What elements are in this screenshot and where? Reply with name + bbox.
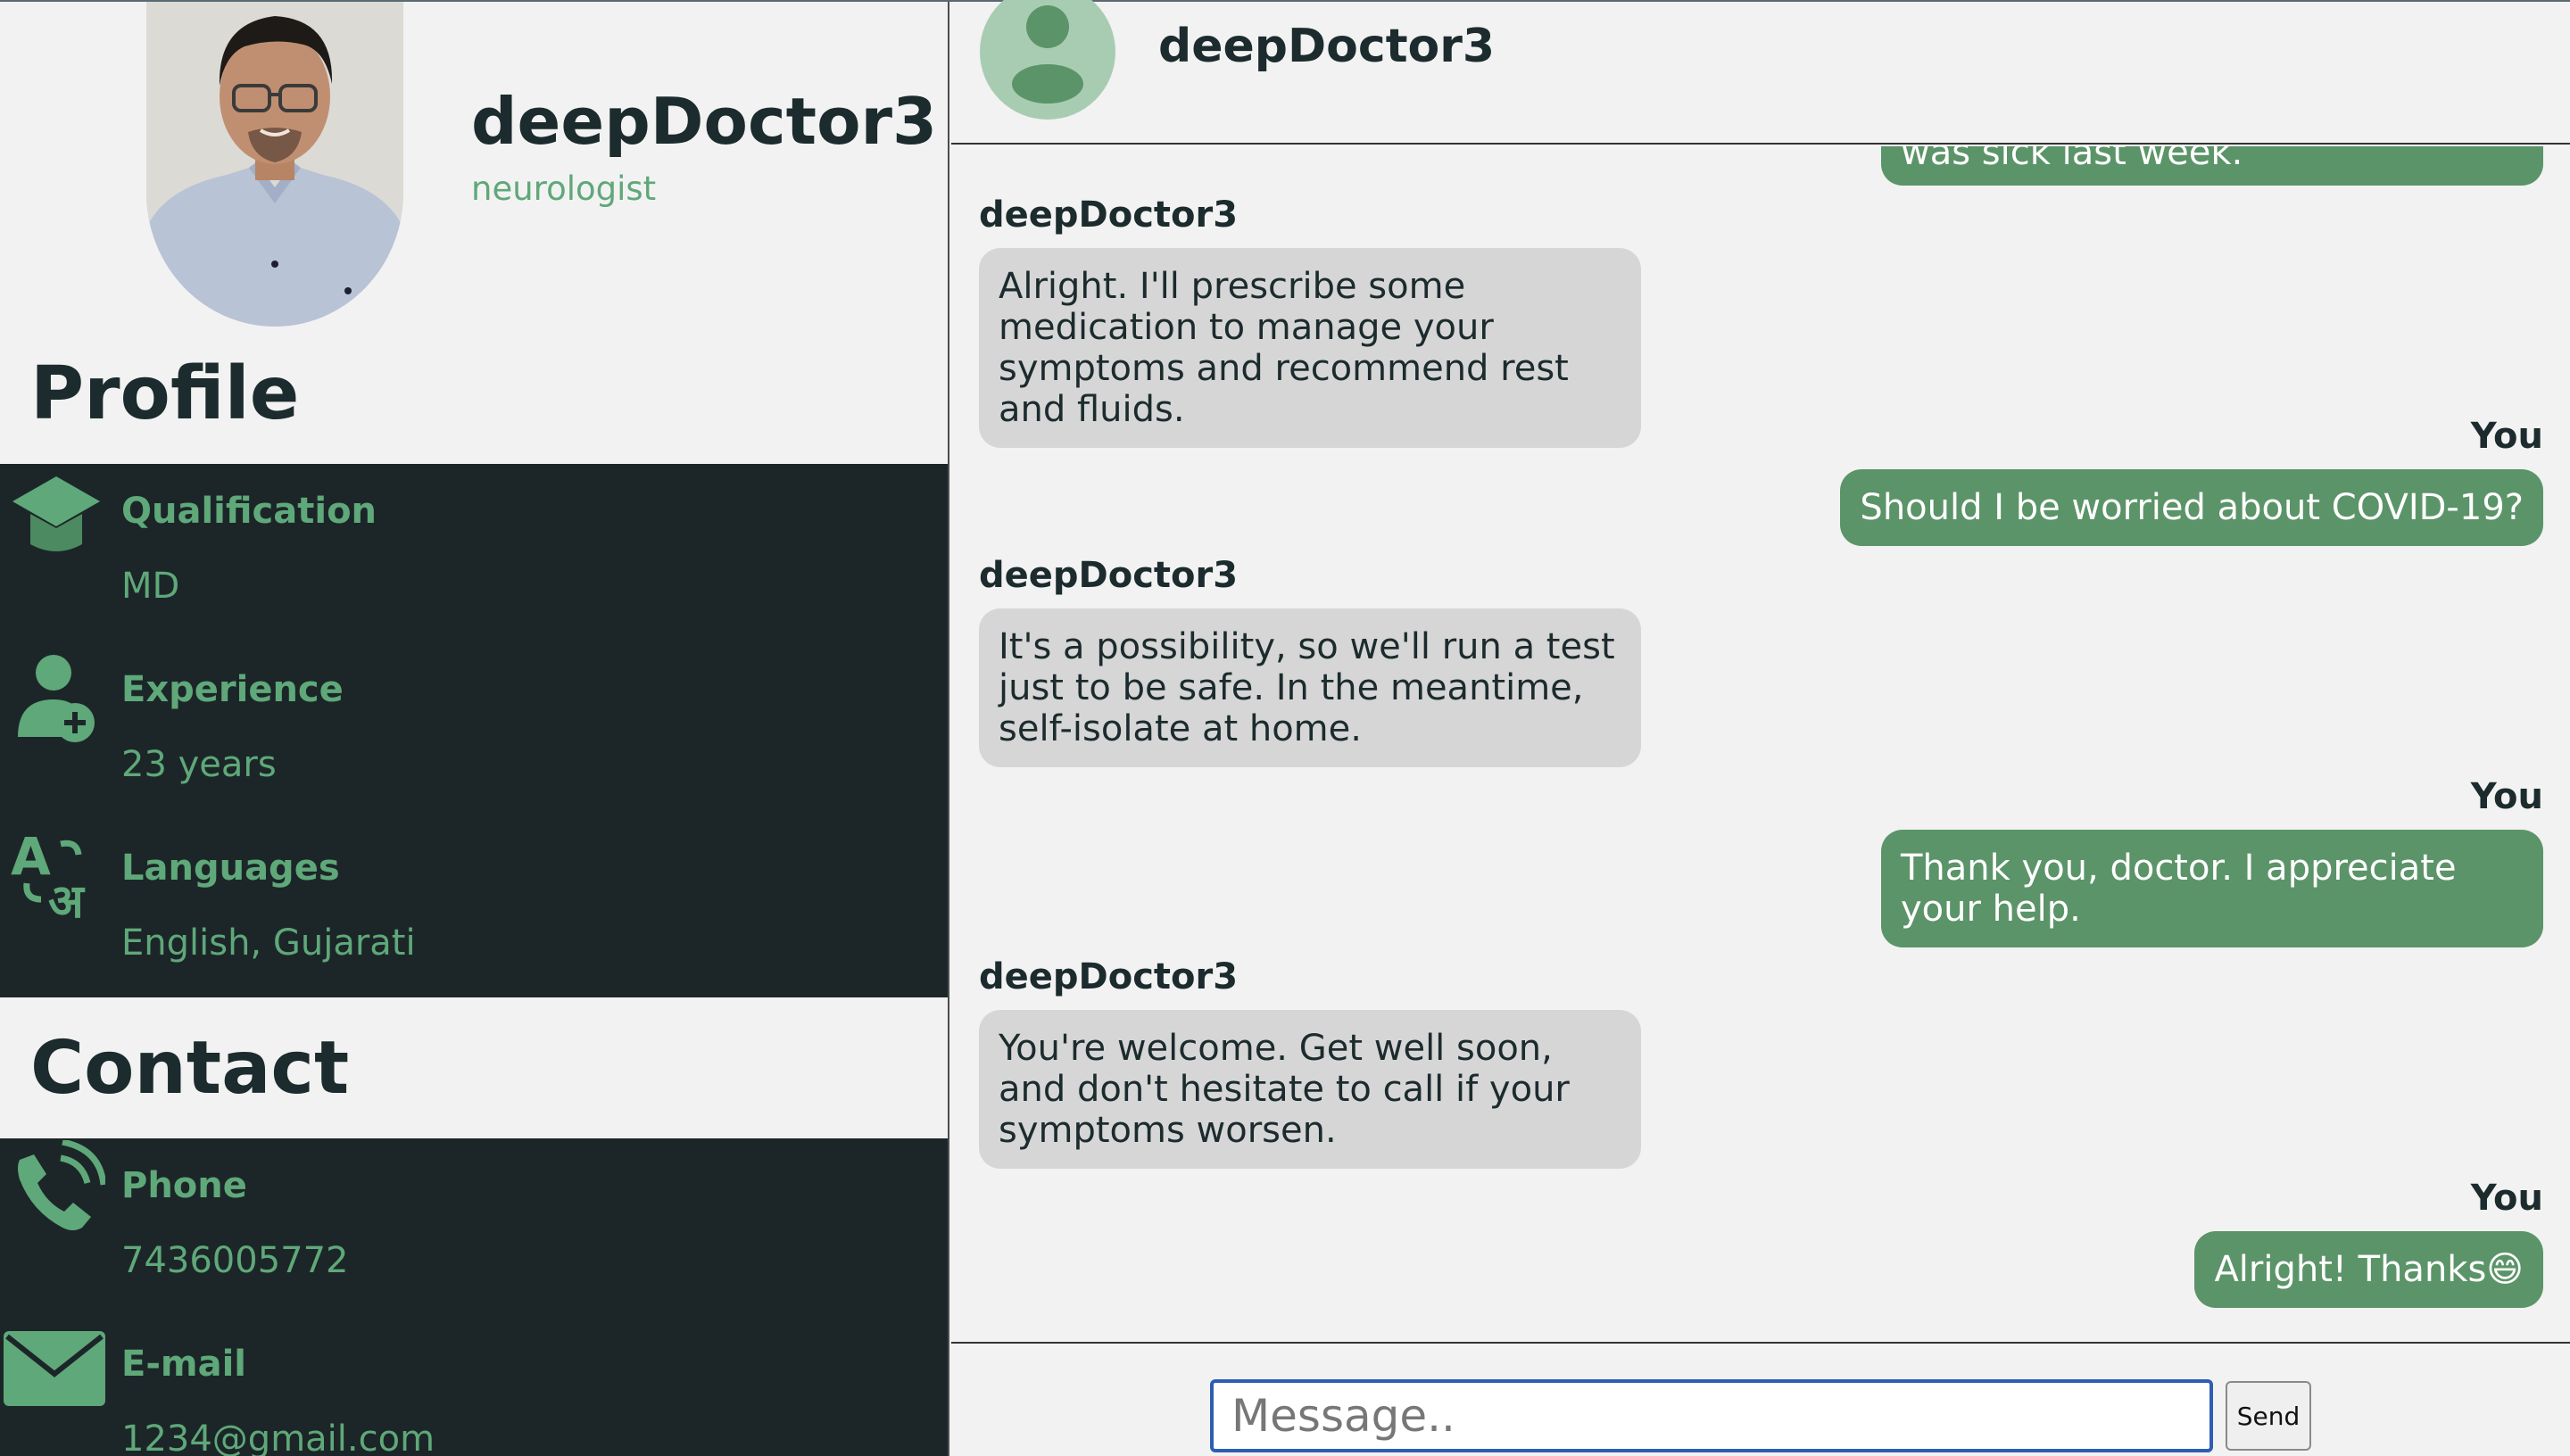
message-bubble-in: You're welcome. Get well soon, and don't… <box>979 1010 1641 1169</box>
message-bubble-in: Alright. I'll prescribe some medication … <box>979 248 1641 448</box>
message-list[interactable]: was sick last week. deepDoctor3 Alright.… <box>951 146 2570 1342</box>
user-avatar-icon <box>980 0 1115 120</box>
contact-heading: Contact <box>30 1026 350 1111</box>
qualification-label: Qualification <box>121 491 377 532</box>
email-value[interactable]: 1234@gmail.com <box>121 1419 435 1456</box>
sender-name: deepDoctor3 <box>979 956 1239 997</box>
contact-details: Phone 7436005772 E-mail 1234@gmail.com <box>0 1138 948 1456</box>
message-composer: Send <box>951 1342 2570 1456</box>
profile-heading: Profile <box>30 352 300 436</box>
send-button[interactable]: Send <box>2226 1381 2311 1451</box>
chat-header: deepDoctor3 <box>951 0 2570 145</box>
phone-label: Phone <box>121 1165 247 1206</box>
phone-icon <box>7 1138 107 1238</box>
message-bubble-out: Should I be worried about COVID-19? <box>1840 469 2543 546</box>
experience-label: Experience <box>121 669 344 710</box>
message-input[interactable] <box>1210 1379 2213 1452</box>
svg-text:A: A <box>11 826 51 887</box>
message-bubble-in: It's a possibility, so we'll run a test … <box>979 608 1641 767</box>
languages-label: Languages <box>121 848 340 889</box>
doctor-profile-panel: deepDoctor3 neurologist Profile Qualific… <box>0 2 949 1456</box>
doctor-photo <box>146 2 403 327</box>
phone-value[interactable]: 7436005772 <box>121 1240 349 1281</box>
message-bubble-out: Thank you, doctor. I appreciate your hel… <box>1881 830 2543 947</box>
profile-details: Qualification MD Experience 23 years A अ… <box>0 464 948 997</box>
languages-value: English, Gujarati <box>121 922 416 964</box>
sender-name: You <box>2470 1178 2543 1219</box>
language-icon: A अ <box>7 824 105 929</box>
graduation-cap-icon <box>7 469 105 567</box>
svg-text:अ: अ <box>48 875 86 922</box>
sender-name: deepDoctor3 <box>979 555 1239 596</box>
chat-panel: deepDoctor3 was sick last week. deepDoct… <box>951 0 2570 1456</box>
qualification-value: MD <box>121 566 180 607</box>
message-bubble-out: Alright! Thanks😄 <box>2194 1231 2543 1308</box>
message-bubble-out: was sick last week. <box>1881 146 2543 186</box>
sender-name: You <box>2470 776 2543 817</box>
doctor-specialty: neurologist <box>471 170 657 208</box>
doctor-name: deepDoctor3 <box>471 84 938 159</box>
experience-value: 23 years <box>121 744 277 785</box>
chat-title: deepDoctor3 <box>1158 20 1496 73</box>
user-plus-icon <box>7 648 105 746</box>
email-label: E-mail <box>121 1344 247 1385</box>
message-text: was sick last week. <box>1901 146 2243 173</box>
envelope-icon <box>2 1329 107 1427</box>
sender-name: You <box>2470 416 2543 457</box>
sender-name: deepDoctor3 <box>979 194 1239 236</box>
